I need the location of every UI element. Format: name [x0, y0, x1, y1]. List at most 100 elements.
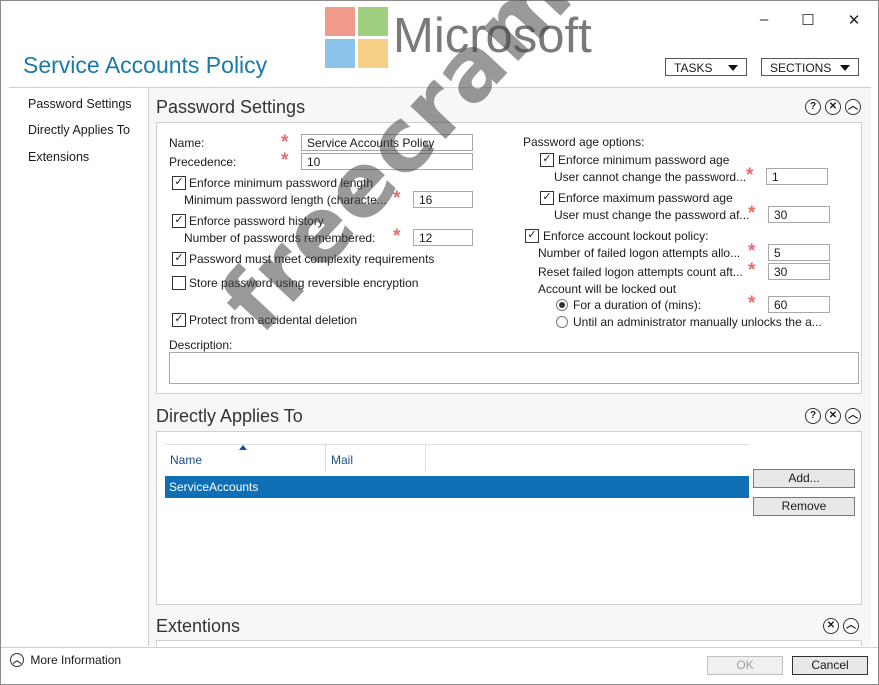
- extensions-panel: [156, 640, 862, 646]
- protect-deletion-label: Protect from accidental deletion: [189, 313, 358, 327]
- expand-up-icon: ︿: [10, 652, 24, 667]
- failed-attempts-input[interactable]: 5: [768, 244, 830, 261]
- directly-applies-to-controls: ? ✕ ︿: [805, 408, 861, 424]
- name-label: Name:: [169, 136, 205, 150]
- name-input[interactable]: Service Accounts Policy: [301, 134, 473, 151]
- required-asterisk-icon: *: [746, 165, 754, 186]
- required-asterisk-icon: *: [748, 241, 756, 262]
- precedence-label: Precedence:: [169, 155, 237, 169]
- description-input[interactable]: [169, 352, 859, 384]
- sections-label: SECTIONS: [770, 61, 832, 75]
- enforce-history-checkbox[interactable]: ✓: [172, 214, 186, 228]
- column-header-name[interactable]: Name: [170, 453, 202, 467]
- enforce-min-length-label: Enforce minimum password length: [189, 176, 374, 190]
- caret-down-icon: [728, 65, 738, 71]
- collapse-icon[interactable]: ︿: [845, 99, 861, 115]
- help-icon[interactable]: ?: [805, 99, 821, 115]
- password-settings-controls: ? ✕ ︿: [805, 99, 861, 115]
- sidebar-item-password-settings[interactable]: Password Settings: [28, 97, 132, 111]
- maximize-button[interactable]: ☐: [793, 11, 823, 29]
- protect-deletion-checkbox[interactable]: ✓: [172, 313, 186, 327]
- password-settings-title: Password Settings: [156, 97, 306, 117]
- collapse-icon[interactable]: ︿: [845, 408, 861, 424]
- min-length-input[interactable]: 16: [413, 191, 473, 208]
- reversible-label: Store password using reversible encrypti…: [189, 276, 419, 290]
- lockout-policy-checkbox[interactable]: ✓: [525, 229, 539, 243]
- until-admin-label: Until an administrator manually unlocks …: [573, 315, 822, 329]
- enforce-min-age-label: Enforce minimum password age: [558, 153, 730, 167]
- grid-top-border: [165, 444, 749, 445]
- help-icon[interactable]: ?: [805, 408, 821, 424]
- required-asterisk-icon: *: [748, 203, 756, 224]
- ok-button[interactable]: OK: [707, 656, 783, 675]
- enforce-min-age-checkbox[interactable]: ✓: [540, 153, 554, 167]
- column-header-mail[interactable]: Mail: [331, 453, 353, 467]
- remove-button[interactable]: Remove: [753, 497, 855, 516]
- collapse-icon[interactable]: ︿: [843, 618, 859, 634]
- directly-applies-to-title: Directly Applies To: [156, 406, 303, 426]
- required-asterisk-icon: *: [393, 188, 401, 209]
- enforce-max-age-label: Enforce maximum password age: [558, 191, 733, 205]
- extensions-title: Extentions: [156, 616, 241, 636]
- reset-count-input[interactable]: 30: [768, 263, 830, 280]
- reset-count-label: Reset failed logon attempts count aft...: [538, 265, 743, 279]
- min-length-label: Minimum password length (characte...: [184, 193, 387, 207]
- age-options-label: Password age options:: [523, 135, 645, 149]
- history-input[interactable]: 12: [413, 229, 473, 246]
- footer-divider: [1, 647, 878, 648]
- table-row[interactable]: ServiceAccounts: [165, 476, 749, 498]
- required-asterisk-icon: *: [748, 260, 756, 281]
- sidebar-item-directly-applies-to[interactable]: Directly Applies To: [28, 123, 130, 137]
- main-content: Password Settings ? ✕ ︿ Name: * Service …: [149, 88, 871, 646]
- max-age-label: User must change the password af...: [554, 208, 750, 222]
- locked-out-label: Account will be locked out: [538, 282, 677, 296]
- reversible-checkbox[interactable]: [172, 276, 186, 290]
- enforce-min-length-checkbox[interactable]: ✓: [172, 176, 186, 190]
- more-information-link[interactable]: ︿ More Information: [10, 652, 121, 667]
- page-title: Service Accounts Policy: [23, 52, 268, 78]
- close-section-icon[interactable]: ✕: [825, 408, 841, 424]
- sidebar: Password Settings Directly Applies To Ex…: [9, 88, 149, 646]
- lockout-policy-label: Enforce account lockout policy:: [543, 229, 709, 243]
- until-admin-radio[interactable]: [556, 316, 568, 328]
- max-age-input[interactable]: 30: [768, 206, 830, 223]
- close-section-icon[interactable]: ✕: [823, 618, 839, 634]
- more-information-label: More Information: [30, 652, 122, 667]
- required-asterisk-icon: *: [393, 226, 401, 247]
- complexity-label: Password must meet complexity requiremen…: [189, 252, 435, 266]
- add-button[interactable]: Add...: [753, 469, 855, 488]
- history-label: Number of passwords remembered:: [184, 231, 376, 245]
- tasks-label: TASKS: [674, 61, 713, 75]
- column-divider: [425, 444, 426, 472]
- column-divider: [325, 444, 326, 472]
- complexity-checkbox[interactable]: ✓: [172, 252, 186, 266]
- directly-applies-to-panel: Name Mail ServiceAccounts Add... Remove: [156, 431, 862, 605]
- precedence-input[interactable]: 10: [301, 153, 473, 170]
- close-button[interactable]: ✕: [839, 11, 869, 29]
- duration-input[interactable]: 60: [768, 296, 830, 313]
- close-section-icon[interactable]: ✕: [825, 99, 841, 115]
- extensions-controls: ✕ ︿: [823, 618, 859, 634]
- failed-attempts-label: Number of failed logon attempts allo...: [538, 246, 741, 260]
- minimize-button[interactable]: –: [749, 11, 779, 28]
- min-age-input[interactable]: 1: [766, 168, 828, 185]
- duration-label: For a duration of (mins):: [573, 298, 702, 312]
- password-settings-panel: Name: * Service Accounts Policy Preceden…: [156, 122, 862, 394]
- microsoft-logo-text: Microsoft: [393, 9, 592, 63]
- sidebar-item-extensions[interactable]: Extensions: [28, 150, 89, 164]
- row-name-cell: ServiceAccounts: [169, 480, 259, 494]
- required-asterisk-icon: *: [281, 150, 289, 171]
- sort-ascending-icon: [239, 445, 247, 450]
- dialog-window: – ☐ ✕ Microsoft Service Accounts Policy …: [0, 0, 879, 685]
- enforce-history-label: Enforce password history: [189, 214, 324, 228]
- duration-radio[interactable]: [556, 299, 568, 311]
- required-asterisk-icon: *: [281, 132, 289, 153]
- sections-dropdown[interactable]: SECTIONS: [761, 58, 859, 76]
- microsoft-logo-icon: [325, 7, 389, 69]
- enforce-max-age-checkbox[interactable]: ✓: [540, 191, 554, 205]
- required-asterisk-icon: *: [748, 293, 756, 314]
- tasks-dropdown[interactable]: TASKS: [665, 58, 747, 76]
- cancel-button[interactable]: Cancel: [792, 656, 868, 675]
- description-label: Description:: [169, 338, 233, 352]
- min-age-label: User cannot change the password...: [554, 170, 747, 184]
